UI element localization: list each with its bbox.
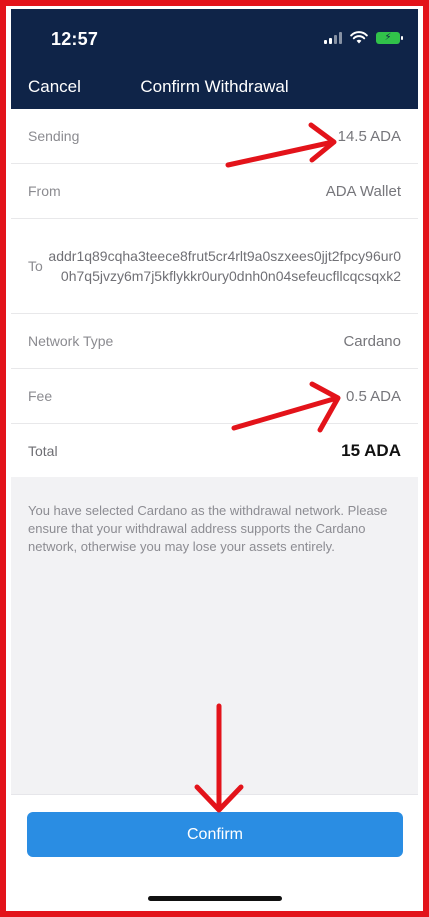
fee-label: Fee — [28, 388, 53, 404]
from-value: ADA Wallet — [325, 182, 401, 200]
header: 12:57 ⚡ Cancel Confirm Withdrawal — [11, 9, 418, 109]
to-row: To addr1q89cqha3teece8frut5cr4rlt9a0szxe… — [11, 219, 418, 314]
from-label: From — [28, 183, 61, 199]
total-label: Total — [28, 442, 58, 459]
cellular-signal-icon — [324, 31, 342, 44]
confirm-button[interactable]: Confirm — [27, 812, 403, 857]
network-type-label: Network Type — [28, 333, 114, 349]
network-warning-text: You have selected Cardano as the withdra… — [28, 503, 388, 554]
wifi-icon — [350, 31, 368, 44]
page-title: Confirm Withdrawal — [140, 77, 289, 96]
battery-charging-icon: ⚡ — [376, 31, 403, 44]
fee-row: Fee 0.5 ADA — [11, 369, 418, 424]
sending-label: Sending — [28, 128, 80, 144]
to-label: To — [28, 258, 43, 274]
total-row: Total 15 ADA — [11, 424, 418, 477]
withdrawal-details: Sending 14.5 ADA From ADA Wallet To addr… — [11, 109, 418, 477]
app-screen: 12:57 ⚡ Cancel Confirm Withdrawal Sendin… — [11, 9, 418, 909]
network-type-value: Cardano — [343, 332, 401, 350]
network-type-row: Network Type Cardano — [11, 314, 418, 369]
home-indicator — [148, 896, 282, 901]
status-time: 12:57 — [51, 29, 99, 49]
total-value: 15 ADA — [341, 440, 401, 460]
sending-row: Sending 14.5 ADA — [11, 109, 418, 164]
sending-value: 14.5 ADA — [337, 127, 401, 145]
to-address: addr1q89cqha3teece8frut5cr4rlt9a0szxees0… — [48, 248, 401, 284]
from-row: From ADA Wallet — [11, 164, 418, 219]
status-icons: ⚡ — [324, 31, 403, 44]
fee-value: 0.5 ADA — [345, 387, 401, 405]
